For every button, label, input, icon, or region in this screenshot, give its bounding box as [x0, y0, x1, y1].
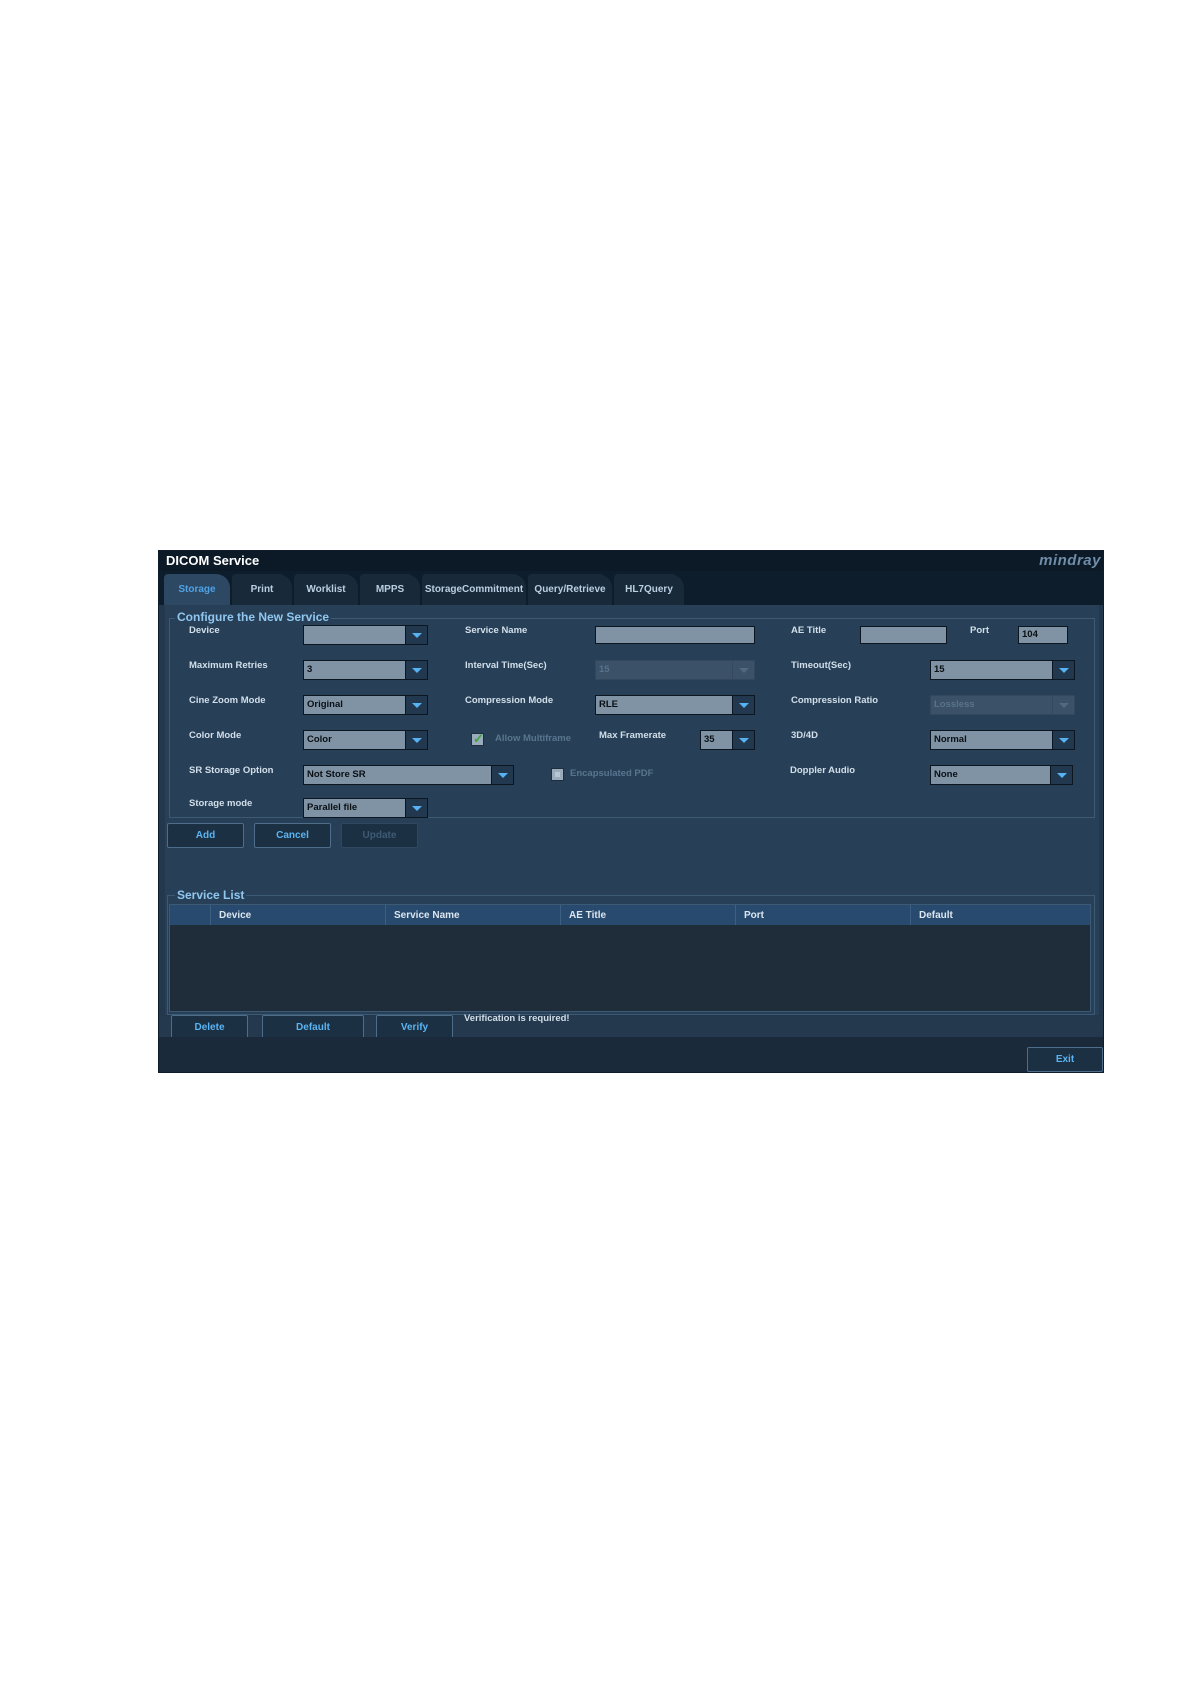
timeout-label: Timeout(Sec)	[791, 660, 852, 671]
chevron-down-icon[interactable]	[732, 696, 754, 714]
footer-bar: Exit	[159, 1037, 1103, 1072]
interval-time-label: Interval Time(Sec)	[465, 660, 547, 671]
storage-panel: Configure the New Service Device Service…	[165, 605, 1099, 1015]
compression-mode-value: RLE	[599, 699, 618, 710]
3d-4d-label: 3D/4D	[791, 730, 818, 741]
3d-4d-value: Normal	[934, 734, 967, 745]
timeout-select[interactable]: 15	[930, 660, 1075, 680]
verification-status: Verification is required!	[464, 1013, 570, 1024]
compression-ratio-select: Lossless	[930, 695, 1075, 715]
column-header-selector	[170, 905, 210, 925]
storage-mode-select[interactable]: Parallel file	[303, 798, 428, 818]
max-framerate-select[interactable]: 35	[700, 730, 755, 750]
column-header-default[interactable]: Default	[910, 905, 1090, 925]
color-mode-value: Color	[307, 734, 332, 745]
tab-storage-commitment[interactable]: StorageCommitment	[422, 574, 526, 605]
compression-mode-label: Compression Mode	[465, 695, 554, 706]
chevron-down-icon	[1052, 696, 1074, 714]
max-framerate-label: Max Framerate	[599, 730, 667, 741]
color-mode-label: Color Mode	[189, 730, 242, 741]
max-framerate-value: 35	[704, 734, 715, 745]
doppler-audio-value: None	[934, 769, 958, 780]
chevron-down-icon[interactable]	[732, 731, 754, 749]
port-field[interactable]: 104	[1018, 626, 1068, 644]
chevron-down-icon[interactable]	[405, 799, 427, 817]
service-list-header: Device Service Name AE Title Port Defaul…	[170, 905, 1090, 925]
interval-time-select: 15	[595, 660, 755, 680]
cine-zoom-mode-select[interactable]: Original	[303, 695, 428, 715]
column-header-port[interactable]: Port	[735, 905, 910, 925]
compression-ratio-label: Compression Ratio	[791, 695, 879, 706]
max-retries-select[interactable]: 3	[303, 660, 428, 680]
add-button[interactable]: Add	[167, 823, 244, 848]
configure-title: Configure the New Service	[175, 610, 332, 624]
exit-button[interactable]: Exit	[1027, 1047, 1103, 1072]
cine-zoom-mode-label: Cine Zoom Mode	[189, 695, 266, 706]
tab-mpps[interactable]: MPPS	[360, 574, 420, 605]
column-header-service-name[interactable]: Service Name	[385, 905, 560, 925]
storage-mode-label: Storage mode	[189, 798, 253, 809]
compression-mode-select[interactable]: RLE	[595, 695, 755, 715]
doppler-audio-label: Doppler Audio	[790, 765, 856, 776]
device-label: Device	[189, 625, 220, 636]
device-select[interactable]	[303, 625, 428, 645]
chevron-down-icon[interactable]	[491, 766, 513, 784]
interval-time-value: 15	[599, 664, 610, 675]
allow-multiframe-checkbox[interactable]	[471, 731, 484, 747]
ae-title-field[interactable]	[860, 626, 947, 644]
encapsulated-pdf-label: Encapsulated PDF	[570, 768, 654, 779]
max-retries-value: 3	[307, 664, 313, 675]
tab-print[interactable]: Print	[232, 574, 292, 605]
service-name-label: Service Name	[465, 625, 528, 636]
port-value: 104	[1022, 629, 1038, 640]
brand-logo: mindray	[1039, 552, 1101, 569]
chevron-down-icon[interactable]	[405, 626, 427, 644]
doppler-audio-select[interactable]: None	[930, 765, 1073, 785]
compression-ratio-value: Lossless	[934, 699, 975, 710]
chevron-down-icon[interactable]	[1052, 731, 1074, 749]
column-header-ae-title[interactable]: AE Title	[560, 905, 735, 925]
tab-hl7query[interactable]: HL7Query	[614, 574, 684, 605]
chevron-down-icon[interactable]	[405, 661, 427, 679]
window-title: DICOM Service	[166, 553, 260, 568]
service-list-table[interactable]: Device Service Name AE Title Port Defaul…	[169, 904, 1091, 1012]
title-bar: DICOM Service mindray	[159, 551, 1103, 571]
tab-worklist[interactable]: Worklist	[294, 574, 358, 605]
configure-group	[169, 618, 1095, 818]
cancel-button[interactable]: Cancel	[254, 823, 331, 848]
chevron-down-icon	[732, 661, 754, 679]
port-label: Port	[970, 625, 989, 636]
encapsulated-pdf-checkbox[interactable]	[551, 768, 564, 781]
chevron-down-icon[interactable]	[1050, 766, 1072, 784]
sr-storage-option-value: Not Store SR	[307, 769, 366, 780]
color-mode-select[interactable]: Color	[303, 730, 428, 750]
chevron-down-icon[interactable]	[405, 696, 427, 714]
update-button[interactable]: Update	[341, 823, 418, 848]
sr-storage-option-select[interactable]: Not Store SR	[303, 765, 514, 785]
column-header-device[interactable]: Device	[210, 905, 385, 925]
chevron-down-icon[interactable]	[1052, 661, 1074, 679]
tab-query-retrieve[interactable]: Query/Retrieve	[528, 574, 612, 605]
max-retries-label: Maximum Retries	[189, 660, 268, 671]
3d-4d-select[interactable]: Normal	[930, 730, 1075, 750]
storage-mode-value: Parallel file	[307, 802, 358, 813]
tab-storage[interactable]: Storage	[164, 574, 230, 605]
tab-bar: Storage Print Worklist MPPS StorageCommi…	[159, 571, 1103, 605]
service-list-title: Service List	[175, 888, 247, 902]
ae-title-label: AE Title	[791, 625, 827, 636]
sr-storage-option-label: SR Storage Option	[189, 765, 274, 776]
dicom-service-window: DICOM Service mindray Storage Print Work…	[158, 550, 1104, 1073]
chevron-down-icon[interactable]	[405, 731, 427, 749]
cine-zoom-mode-value: Original	[307, 699, 343, 710]
service-name-field[interactable]	[595, 626, 755, 644]
timeout-value: 15	[934, 664, 945, 675]
allow-multiframe-label: Allow Multiframe	[495, 733, 572, 744]
